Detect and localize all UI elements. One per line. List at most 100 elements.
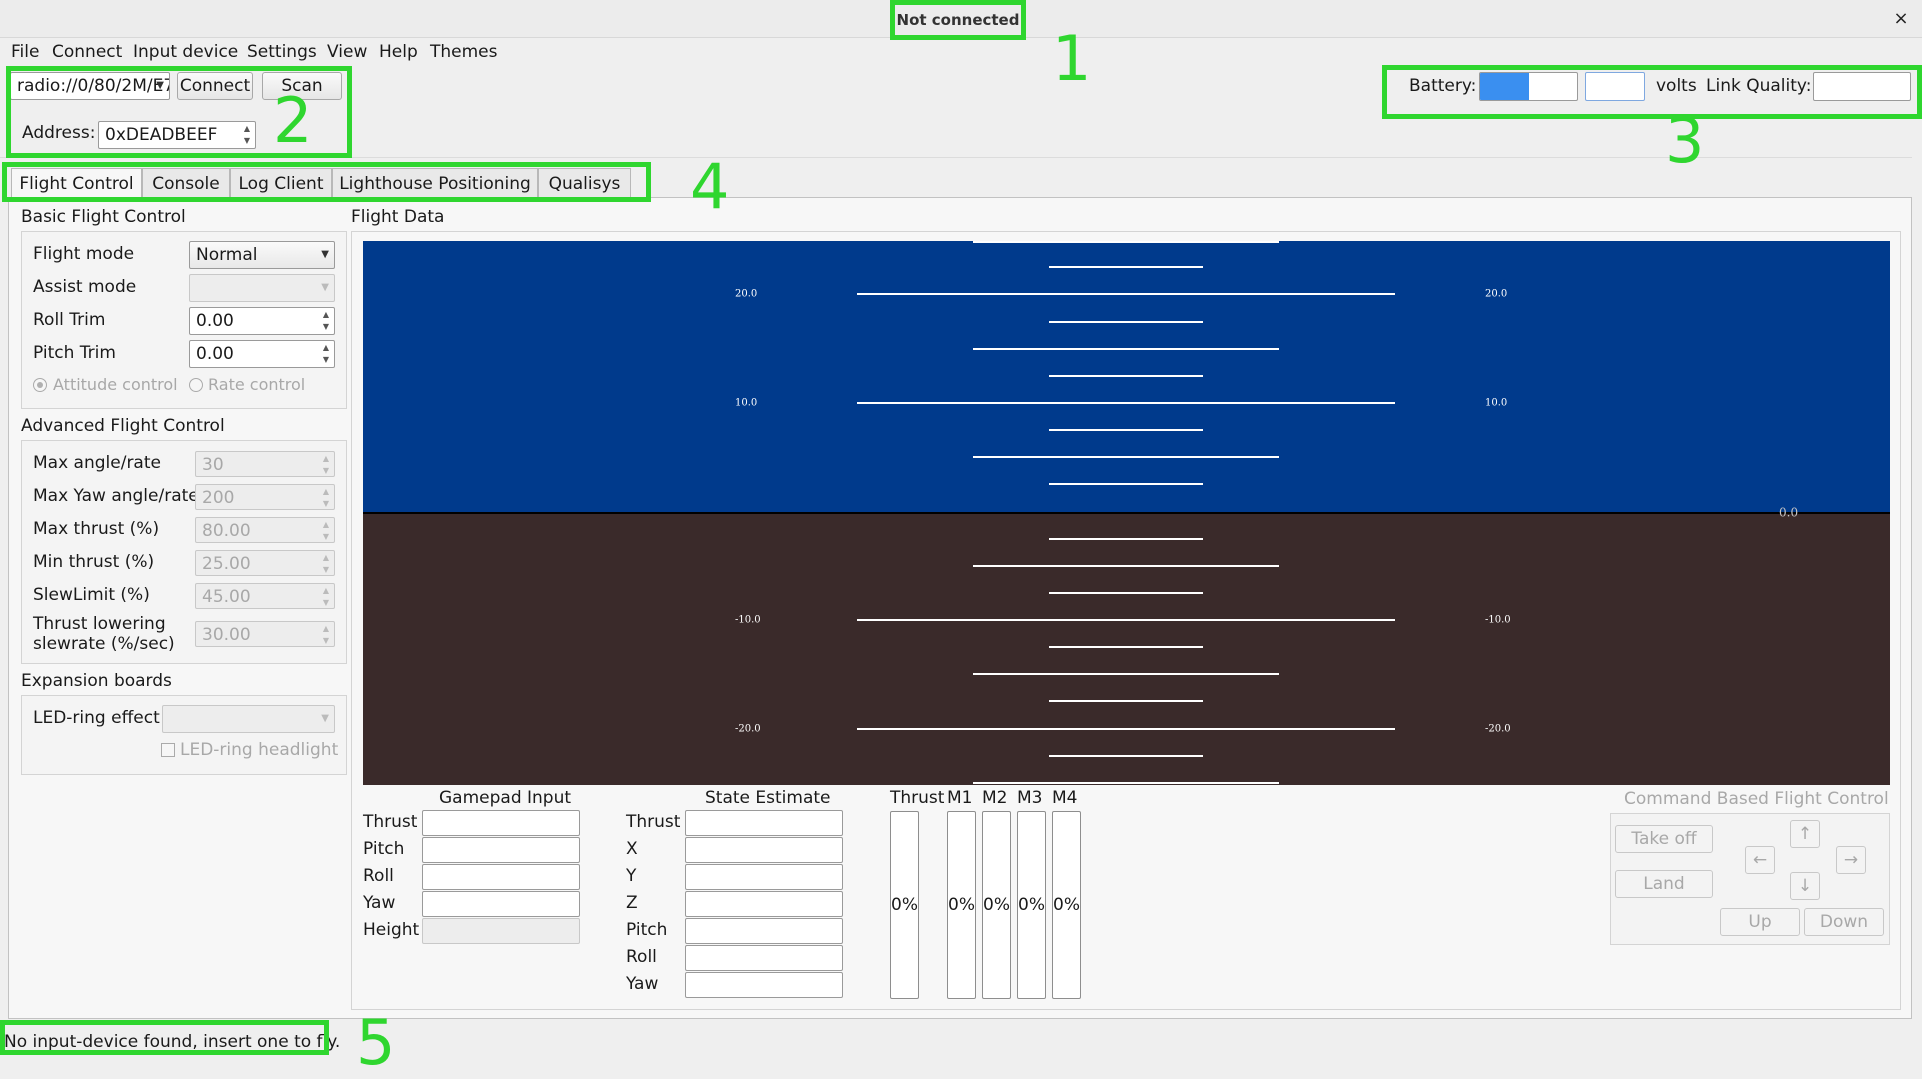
uri-combobox[interactable]: radio://0/80/2M/E7E7E7E7E7 ▼ <box>10 72 170 100</box>
connect-button[interactable]: Connect <box>177 72 253 100</box>
assist-mode-combobox[interactable]: ▼ <box>189 274 335 302</box>
m2-bar: 0% <box>982 811 1011 999</box>
pitch-label-right: -20.0 <box>1485 724 1511 735</box>
flight-mode-label: Flight mode <box>33 244 135 264</box>
command-flight-title: Command Based Flight Control <box>1624 789 1889 809</box>
m3-bar: 0% <box>1017 811 1046 999</box>
menu-help[interactable]: Help <box>379 40 418 64</box>
address-field[interactable]: 0xDEADBEEF ▲ ▼ <box>98 121 256 149</box>
menu-themes[interactable]: Themes <box>430 40 498 64</box>
led-effect-label: LED-ring effect <box>33 708 160 728</box>
pitch-label-left: -10.0 <box>735 615 761 626</box>
roll-trim-field[interactable]: 0.00 ▲ ▼ <box>189 307 335 335</box>
arrow-down-button[interactable]: ↓ <box>1790 872 1820 900</box>
spinner-arrows-icon[interactable]: ▲ ▼ <box>320 519 332 542</box>
max-thrust-field[interactable]: 80.00 ▲ ▼ <box>195 517 335 543</box>
pitch-label-left: 10.0 <box>735 398 757 409</box>
arrow-up-button[interactable]: ↑ <box>1790 820 1820 848</box>
gamepad-thrust-field <box>422 810 580 836</box>
state-y-field <box>685 864 843 890</box>
volts-field <box>1585 72 1645 101</box>
spinner-arrows-icon[interactable]: ▲ ▼ <box>320 623 332 646</box>
horizon-ground <box>363 513 1890 785</box>
min-thrust-label: Min thrust (%) <box>33 552 155 572</box>
state-thrust-field <box>685 810 843 836</box>
address-value: 0xDEADBEEF <box>105 125 218 145</box>
state-roll-label: Roll <box>626 947 657 967</box>
thrust-bar: 0% <box>890 811 919 999</box>
spinner-arrows-icon[interactable]: ▲ ▼ <box>241 123 253 147</box>
land-button[interactable]: Land <box>1615 870 1713 898</box>
down-button[interactable]: Down <box>1804 908 1884 936</box>
m2-bar-label: M2 <box>982 788 1008 808</box>
link-quality-label: Link Quality: <box>1706 76 1812 96</box>
annotation-number-2: 2 <box>273 84 313 157</box>
pitch-label-right: -10.0 <box>1485 615 1511 626</box>
tab-console[interactable]: Console <box>142 168 230 198</box>
tab-qualisys[interactable]: Qualisys <box>538 168 631 198</box>
rate-control-label: Rate control <box>208 375 306 394</box>
annotation-number-1: 1 <box>1052 22 1092 95</box>
window-title: Not connected <box>896 11 1020 29</box>
status-bar-message: No input-device found, insert one to fly… <box>4 1032 341 1052</box>
spinner-arrows-icon[interactable]: ▲ ▼ <box>320 552 332 575</box>
m1-bar: 0% <box>947 811 976 999</box>
led-effect-combobox[interactable]: ▼ <box>162 705 335 733</box>
pitch-trim-value: 0.00 <box>196 344 234 364</box>
annotation-number-4: 4 <box>690 150 730 223</box>
menu-connect[interactable]: Connect <box>52 40 122 64</box>
battery-fill <box>1480 73 1529 100</box>
rate-control-radio[interactable] <box>189 378 203 392</box>
thrust-bar-label: Thrust <box>890 788 945 808</box>
spinner-arrows-icon[interactable]: ▲ ▼ <box>320 342 332 366</box>
chevron-down-icon: ▼ <box>156 80 164 91</box>
tab-lighthouse-positioning[interactable]: Lighthouse Positioning <box>332 168 538 198</box>
min-thrust-field[interactable]: 25.00 ▲ ▼ <box>195 550 335 576</box>
max-yaw-field[interactable]: 200 ▲ ▼ <box>195 484 335 510</box>
menu-file[interactable]: File <box>11 40 39 64</box>
volts-label: volts <box>1656 76 1697 96</box>
thrust-slewrate-field[interactable]: 30.00 ▲ ▼ <box>195 621 335 647</box>
menu-settings[interactable]: Settings <box>247 40 317 64</box>
pitch-label-left: 20.0 <box>735 289 757 300</box>
spinner-arrows-icon[interactable]: ▲ ▼ <box>320 453 332 476</box>
menu-input-device[interactable]: Input device <box>133 40 238 64</box>
chevron-down-icon: ▼ <box>321 713 329 724</box>
gamepad-title: Gamepad Input <box>439 788 572 808</box>
flight-mode-combobox[interactable]: Normal ▼ <box>189 241 335 269</box>
state-x-label: X <box>626 839 638 859</box>
gamepad-roll-label: Roll <box>363 866 394 886</box>
menu-view[interactable]: View <box>327 40 367 64</box>
take-off-button[interactable]: Take off <box>1615 825 1713 853</box>
gamepad-height-field <box>422 918 580 944</box>
state-yaw-field <box>685 972 843 998</box>
thrust-slewrate-value: 30.00 <box>202 625 251 645</box>
battery-label: Battery: <box>1409 76 1477 96</box>
spinner-arrows-icon[interactable]: ▲ ▼ <box>320 309 332 333</box>
up-button[interactable]: Up <box>1720 908 1800 936</box>
tab-log-client[interactable]: Log Client <box>230 168 332 198</box>
slew-limit-field[interactable]: 45.00 ▲ ▼ <box>195 583 335 609</box>
arrow-right-button[interactable]: → <box>1836 846 1866 874</box>
max-angle-value: 30 <box>202 455 224 475</box>
uri-value: radio://0/80/2M/E7E7E7E7E7 <box>17 76 169 96</box>
close-icon[interactable]: × <box>1888 6 1914 32</box>
flight-data-title: Flight Data <box>351 207 445 227</box>
state-z-label: Z <box>626 893 638 913</box>
gamepad-roll-field <box>422 864 580 890</box>
spinner-arrows-icon[interactable]: ▲ ▼ <box>320 486 332 509</box>
max-angle-field[interactable]: 30 ▲ ▼ <box>195 451 335 477</box>
led-headlight-checkbox[interactable] <box>161 743 175 757</box>
gamepad-yaw-label: Yaw <box>363 893 396 913</box>
pitch-trim-label: Pitch Trim <box>33 343 116 363</box>
led-headlight-label: LED-ring headlight <box>180 740 339 760</box>
arrow-left-button[interactable]: ← <box>1745 846 1775 874</box>
tab-flight-control[interactable]: Flight Control <box>11 168 142 198</box>
pitch-trim-field[interactable]: 0.00 ▲ ▼ <box>189 340 335 368</box>
state-yaw-label: Yaw <box>626 974 659 994</box>
chevron-down-icon: ▼ <box>321 282 329 293</box>
m3-bar-label: M3 <box>1017 788 1043 808</box>
annotation-number-3: 3 <box>1665 104 1705 177</box>
spinner-arrows-icon[interactable]: ▲ ▼ <box>320 585 332 608</box>
attitude-control-radio[interactable] <box>33 378 47 392</box>
